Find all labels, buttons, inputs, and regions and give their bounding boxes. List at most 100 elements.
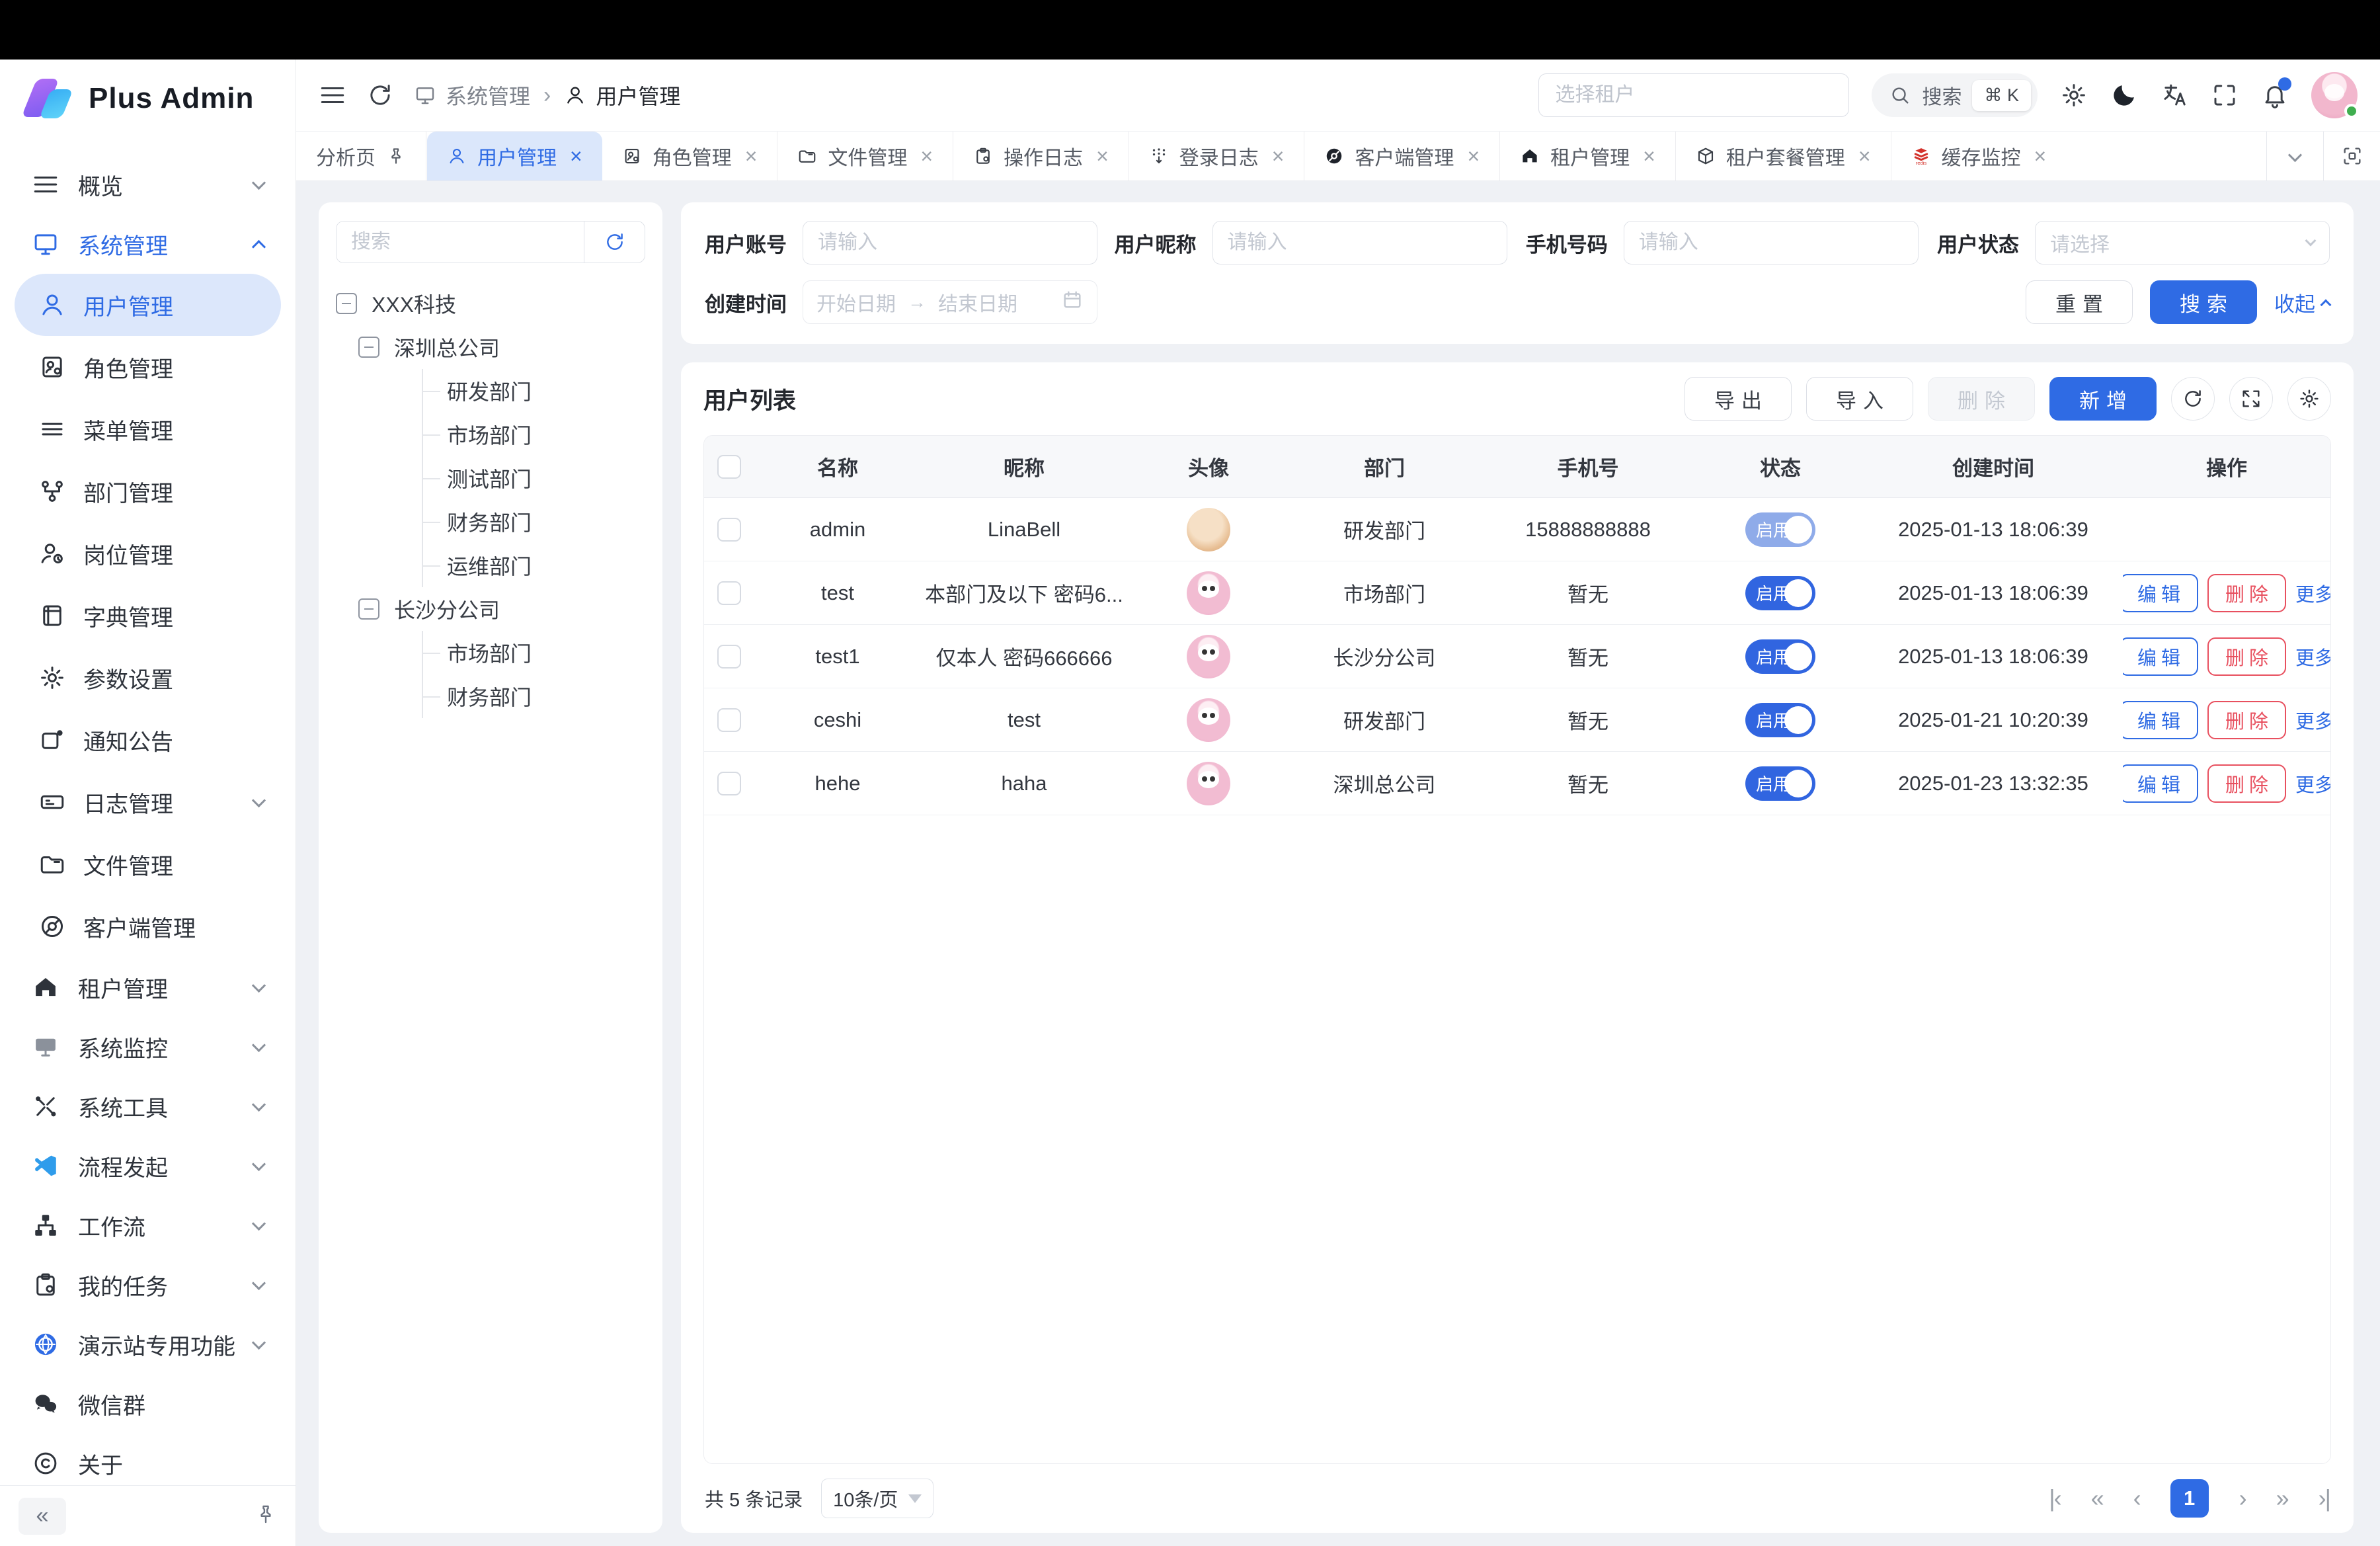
sidebar-item-system-monitor[interactable]: 系统监控 <box>15 1017 281 1077</box>
status-toggle[interactable]: 启用 <box>1745 639 1815 674</box>
status-select[interactable]: 请选择 <box>2035 221 2330 264</box>
delete-row-button[interactable]: 删除 <box>2207 764 2286 803</box>
sidebar-item-log-management[interactable]: 日志管理 <box>15 771 281 833</box>
search-button[interactable]: 搜索 <box>2150 280 2257 324</box>
delete-button[interactable]: 删除 <box>1928 377 2035 421</box>
delete-row-button[interactable]: 删除 <box>2207 701 2286 739</box>
table-settings-button[interactable] <box>2287 377 2331 421</box>
date-range-picker[interactable]: 开始日期 → 结束日期 <box>803 280 1097 324</box>
tree-node-dept[interactable]: 测试部门 <box>447 456 645 500</box>
sidebar-item-file-management[interactable]: 文件管理 <box>15 833 281 895</box>
tab-operation-log[interactable]: 操作日志 × <box>953 132 1129 181</box>
settings-gear-button[interactable] <box>2060 81 2088 109</box>
edit-button[interactable]: 编辑 <box>2123 764 2198 803</box>
more-link[interactable]: 更多 <box>2295 706 2330 734</box>
page-size-select[interactable]: 10条/页 <box>821 1479 933 1518</box>
fullscreen-button[interactable] <box>2211 81 2239 109</box>
tree-node-dept[interactable]: 运维部门 <box>447 544 645 587</box>
row-checkbox[interactable] <box>717 645 741 669</box>
tree-node-dept[interactable]: 财务部门 <box>447 500 645 544</box>
tree-node-dept[interactable]: 研发部门 <box>447 369 645 413</box>
close-icon[interactable]: × <box>1093 144 1109 169</box>
edit-button[interactable]: 编辑 <box>2123 574 2198 612</box>
prev-group-button[interactable]: « <box>2091 1485 2103 1512</box>
tree-node-company[interactable]: 长沙分公司 <box>358 587 645 631</box>
more-link[interactable]: 更多 <box>2295 579 2330 607</box>
export-button[interactable]: 导出 <box>1685 377 1792 421</box>
phone-input[interactable] <box>1624 221 1919 264</box>
collapse-box-icon[interactable] <box>358 598 379 620</box>
sidebar-item-overview[interactable]: 概览 <box>15 155 281 214</box>
more-link[interactable]: 更多 <box>2295 770 2330 797</box>
nickname-input[interactable] <box>1212 221 1507 264</box>
tree-node-dept[interactable]: 市场部门 <box>447 631 645 674</box>
user-avatar[interactable] <box>2311 72 2358 118</box>
close-icon[interactable]: × <box>1464 144 1480 169</box>
tree-node-company[interactable]: 深圳总公司 <box>358 325 645 369</box>
status-toggle[interactable]: 启用 <box>1745 703 1815 737</box>
sidebar-item-about[interactable]: 关于 <box>15 1434 281 1485</box>
close-icon[interactable]: × <box>1269 144 1285 169</box>
sidebar-item-user-management[interactable]: 用户管理 <box>15 274 281 336</box>
tab-client-management[interactable]: 客户端管理 × <box>1304 132 1500 181</box>
reset-button[interactable]: 重置 <box>2026 280 2133 324</box>
tree-node-dept[interactable]: 财务部门 <box>447 674 645 718</box>
tab-tenant-package[interactable]: 租户套餐管理 × <box>1676 132 1891 181</box>
add-button[interactable]: 新增 <box>2049 377 2157 421</box>
first-page-button[interactable]: |‹ <box>2049 1485 2060 1512</box>
pin-icon[interactable] <box>386 146 406 166</box>
collapse-box-icon[interactable] <box>358 337 379 358</box>
prev-page-button[interactable]: ‹ <box>2133 1485 2140 1512</box>
close-icon[interactable]: × <box>918 144 933 169</box>
tree-node-root[interactable]: XXX科技 <box>336 282 645 325</box>
sidebar-item-system-management[interactable]: 系统管理 <box>15 214 281 274</box>
breadcrumb-item[interactable]: 系统管理 <box>446 80 530 110</box>
tab-tenant-management[interactable]: 租户管理 × <box>1500 132 1676 181</box>
status-toggle[interactable]: 启用 <box>1745 766 1815 801</box>
sidebar-item-tenant-management[interactable]: 租户管理 <box>15 957 281 1017</box>
sidebar-item-post-management[interactable]: 岗位管理 <box>15 522 281 585</box>
sidebar-item-client-management[interactable]: 客户端管理 <box>15 895 281 957</box>
account-input[interactable] <box>803 221 1097 264</box>
global-search-button[interactable]: 搜索 ⌘ K <box>1872 73 2038 117</box>
sidebar-item-demo-features[interactable]: 演示站专用功能 <box>15 1315 281 1374</box>
tree-refresh-button[interactable] <box>584 222 645 263</box>
close-icon[interactable]: × <box>742 144 758 169</box>
last-page-button[interactable]: ›| <box>2319 1485 2330 1512</box>
tab-role-management[interactable]: 角色管理 × <box>602 132 778 181</box>
select-all-checkbox[interactable] <box>717 455 741 479</box>
close-icon[interactable]: × <box>1640 144 1655 169</box>
sidebar-item-wechat-group[interactable]: 微信群 <box>15 1374 281 1434</box>
tenant-select-input[interactable] <box>1538 73 1849 117</box>
tree-node-dept[interactable]: 市场部门 <box>447 413 645 456</box>
content-fullscreen-button[interactable] <box>2323 132 2380 181</box>
sidebar-collapse-button[interactable]: « <box>19 1498 66 1535</box>
tree-search-input[interactable] <box>337 222 584 263</box>
sidebar-item-my-tasks[interactable]: 我的任务 <box>15 1255 281 1315</box>
next-group-button[interactable]: » <box>2276 1485 2288 1512</box>
notifications-bell-button[interactable] <box>2261 81 2289 109</box>
delete-row-button[interactable]: 删除 <box>2207 574 2286 612</box>
edit-button[interactable]: 编辑 <box>2123 637 2198 676</box>
sidebar-item-param-settings[interactable]: 参数设置 <box>15 647 281 709</box>
hamburger-menu-button[interactable] <box>319 81 346 109</box>
status-toggle[interactable]: 启用 <box>1745 576 1815 610</box>
sidebar-item-system-tools[interactable]: 系统工具 <box>15 1077 281 1136</box>
next-page-button[interactable]: › <box>2239 1485 2246 1512</box>
collapse-filters-link[interactable]: 收起 <box>2274 288 2330 317</box>
tab-analysis[interactable]: 分析页 <box>296 132 426 181</box>
tab-cache-monitor[interactable]: 缓存监控 × <box>1891 132 2067 181</box>
row-checkbox[interactable] <box>717 708 741 732</box>
delete-row-button[interactable]: 删除 <box>2207 637 2286 676</box>
close-icon[interactable]: × <box>567 144 582 169</box>
sidebar-item-dept-management[interactable]: 部门管理 <box>15 460 281 522</box>
dark-mode-toggle[interactable] <box>2110 81 2138 109</box>
row-checkbox[interactable] <box>717 518 741 542</box>
row-checkbox[interactable] <box>717 581 741 605</box>
refresh-page-button[interactable] <box>366 81 394 109</box>
table-refresh-button[interactable] <box>2171 377 2215 421</box>
table-fullscreen-button[interactable] <box>2229 377 2273 421</box>
tab-file-management[interactable]: 文件管理 × <box>777 132 953 181</box>
sidebar-item-dict-management[interactable]: 字典管理 <box>15 585 281 647</box>
row-checkbox[interactable] <box>717 772 741 795</box>
